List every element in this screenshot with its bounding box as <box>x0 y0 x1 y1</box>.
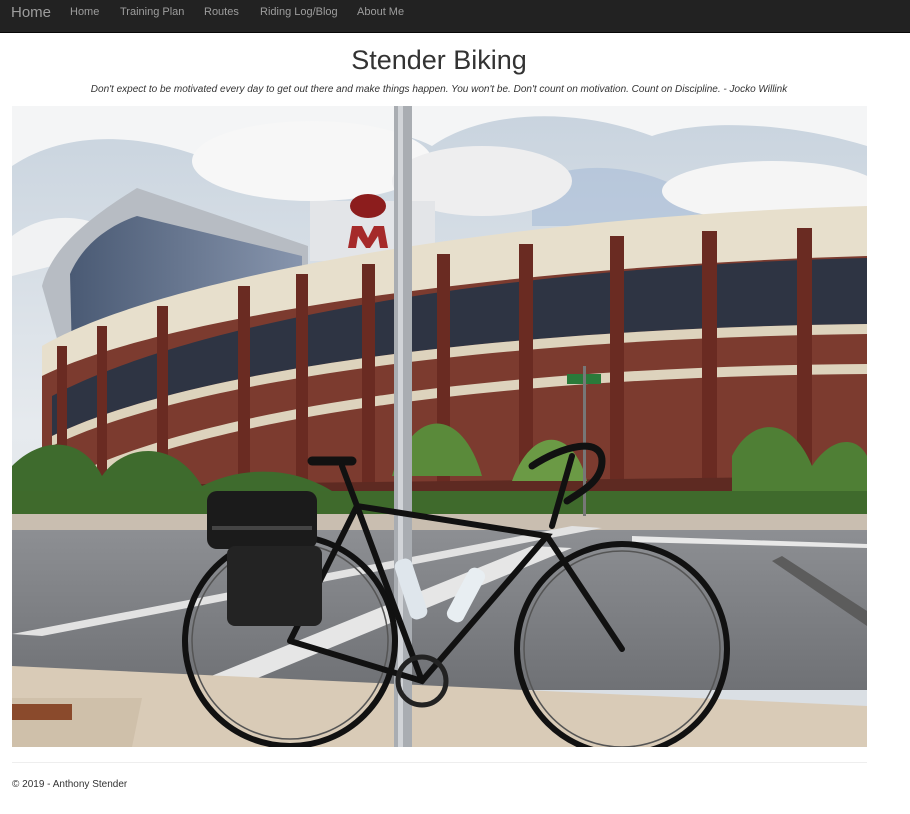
navbar: Home Home Training Plan Routes Riding Lo… <box>0 0 910 33</box>
nav-link-routes[interactable]: Routes <box>204 6 239 19</box>
nav-link-home[interactable]: Home <box>70 6 99 19</box>
footer-copyright: © 2019 - Anthony Stender <box>12 779 128 790</box>
page-quote: Don't expect to be motivated every day t… <box>90 84 788 95</box>
nav-link-riding-log[interactable]: Riding Log/Blog <box>260 6 338 19</box>
hero-image <box>12 106 867 747</box>
page-title: Stender Biking <box>351 45 527 75</box>
footer-divider <box>12 762 867 763</box>
nav-link-about-me[interactable]: About Me <box>357 6 404 19</box>
nav-link-training-plan[interactable]: Training Plan <box>120 6 184 19</box>
navbar-brand[interactable]: Home <box>11 4 51 22</box>
